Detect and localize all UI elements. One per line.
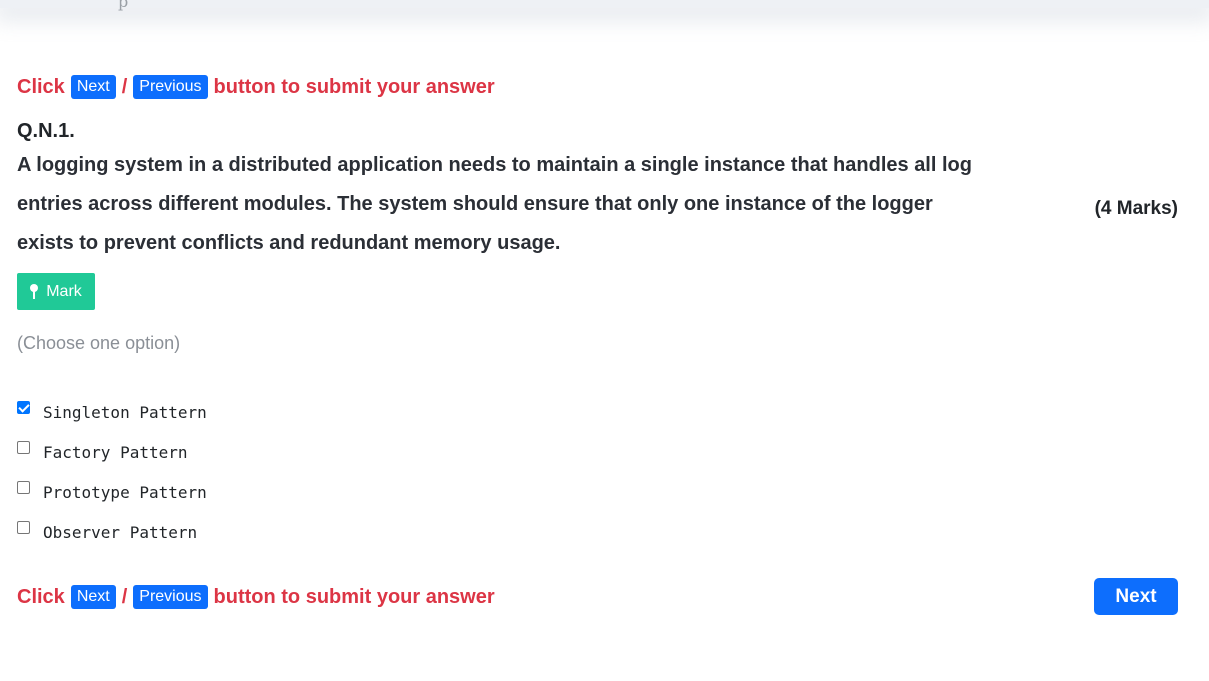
submit-instruction-bottom: Click Next / Previous button to submit y…	[17, 585, 495, 609]
question-text: A logging system in a distributed applic…	[17, 154, 972, 254]
option-item[interactable]: Prototype Pattern	[17, 472, 207, 512]
instruction-lead: Click	[17, 585, 65, 608]
submit-instruction-top: Click Next / Previous button to submit y…	[17, 75, 495, 99]
pin-icon	[30, 284, 39, 299]
next-badge: Next	[70, 75, 116, 99]
option-checkbox[interactable]	[17, 440, 30, 454]
option-checkbox[interactable]	[17, 520, 30, 534]
previous-badge: Previous	[133, 75, 208, 99]
option-label[interactable]: Factory Pattern	[43, 443, 188, 462]
instruction-separator: /	[121, 75, 128, 98]
option-checkbox[interactable]	[17, 480, 30, 494]
option-label[interactable]: Singleton Pattern	[43, 403, 207, 422]
mark-button[interactable]: Mark	[17, 273, 95, 310]
options-list: Singleton Pattern Factory Pattern Protot…	[17, 392, 207, 552]
option-item[interactable]: Singleton Pattern	[17, 392, 207, 432]
instruction-tail: button to submit your answer	[213, 75, 495, 98]
mark-button-label: Mark	[46, 282, 82, 300]
choose-hint: (Choose one option)	[17, 333, 181, 353]
option-label[interactable]: Observer Pattern	[43, 523, 197, 542]
option-checkbox[interactable]	[17, 400, 30, 414]
instruction-separator: /	[121, 585, 128, 608]
option-item[interactable]: Factory Pattern	[17, 432, 207, 472]
next-button[interactable]: Next	[1094, 578, 1178, 615]
next-badge: Next	[70, 585, 116, 609]
cut-off-text: p	[118, 0, 129, 11]
option-label[interactable]: Prototype Pattern	[43, 483, 207, 502]
previous-badge: Previous	[133, 585, 208, 609]
question-marks: (4 Marks)	[1094, 198, 1178, 219]
question-number: Q.N.1.	[17, 120, 75, 142]
option-item[interactable]: Observer Pattern	[17, 512, 207, 552]
top-bar: p	[0, 0, 1209, 11]
instruction-tail: button to submit your answer	[213, 585, 495, 608]
instruction-lead: Click	[17, 75, 65, 98]
